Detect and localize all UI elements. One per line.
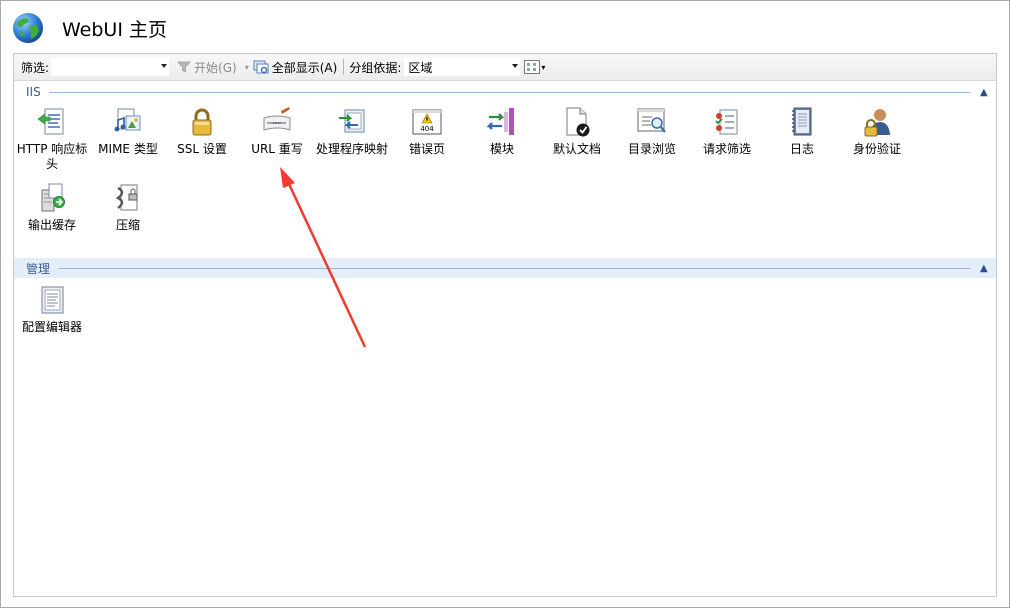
compression-icon: [115, 184, 138, 211]
show-all-icon: [253, 60, 269, 74]
authentication-icon: [864, 109, 890, 137]
feature-label: URL 重写: [251, 142, 303, 156]
globe-icon: [13, 13, 43, 43]
group-by-value: 区域: [408, 60, 433, 75]
handler-mappings-icon: [339, 109, 365, 133]
show-all-button[interactable]: 全部显示(A): [253, 59, 338, 76]
start-filter-button[interactable]: 开始(G) ▾: [177, 59, 249, 76]
feature-label: 默认文档: [552, 142, 601, 156]
feature-default-document[interactable]: 默认文档: [539, 106, 615, 157]
feature-label: 请求筛选: [702, 142, 751, 156]
feature-configuration-editor[interactable]: 配置编辑器: [14, 284, 90, 335]
section-title-iis: IIS: [26, 85, 41, 99]
feature-directory-browsing[interactable]: 目录浏览: [614, 106, 690, 157]
feature-label: 配置编辑器: [21, 320, 82, 334]
collapse-icon[interactable]: ▲: [980, 263, 990, 274]
feature-label: 模块: [489, 142, 514, 156]
funnel-icon: [177, 61, 191, 73]
feature-logging[interactable]: 日志: [764, 106, 840, 157]
error-pages-icon: 404: [412, 109, 442, 135]
group-by-label: 分组依据:: [349, 60, 402, 75]
feature-error-pages[interactable]: 404 错误页: [389, 106, 465, 157]
feature-label: HTTP 响应标头: [16, 142, 88, 171]
filter-toolbar: 筛选: 开始(G) ▾ 全部显示(A) 分组依据: 区域 ▾: [14, 54, 996, 81]
feature-url-rewrite[interactable]: URL 重写: [239, 106, 315, 157]
feature-ssl-settings[interactable]: SSL 设置: [164, 106, 240, 157]
feature-label: SSL 设置: [177, 142, 227, 156]
feature-label: 目录浏览: [627, 142, 676, 156]
feature-label: MIME 类型: [98, 142, 158, 156]
output-caching-icon: [41, 183, 65, 212]
section-divider: [58, 267, 970, 269]
error-icon-text: 404: [420, 125, 434, 133]
filter-label: 筛选:: [21, 60, 50, 75]
feature-label: 日志: [789, 142, 814, 156]
start-filter-label: 开始(G): [194, 60, 237, 75]
http-response-headers-icon: [37, 108, 64, 135]
feature-handler-mappings[interactable]: 处理程序映射: [314, 106, 390, 157]
page-header: WebUI 主页: [12, 10, 167, 46]
directory-browsing-icon: [637, 108, 666, 133]
configuration-editor-icon: [41, 286, 64, 314]
default-document-icon: [566, 107, 590, 137]
feature-request-filtering[interactable]: 请求筛选: [689, 106, 765, 157]
show-all-label: 全部显示(A): [271, 60, 338, 75]
section-divider: [48, 91, 970, 93]
features-view: 筛选: 开始(G) ▾ 全部显示(A) 分组依据: 区域 ▾ IIS ▲ HTT…: [13, 53, 997, 597]
view-grid-icon: [524, 60, 541, 74]
dropdown-arrow-icon: ▾: [541, 62, 546, 72]
section-title-management: 管理: [26, 261, 51, 276]
filter-input[interactable]: [51, 58, 170, 76]
feature-label: 身份验证: [852, 142, 901, 156]
feature-label: 压缩: [115, 218, 140, 232]
feature-compression[interactable]: 压缩: [90, 182, 166, 233]
feature-modules[interactable]: 模块: [464, 106, 540, 157]
ssl-lock-icon: [192, 108, 212, 136]
request-filtering-icon: [715, 109, 738, 135]
section-header-iis[interactable]: IIS ▲: [14, 82, 996, 102]
feature-http-response-headers[interactable]: HTTP 响应标头: [14, 106, 90, 172]
section-header-management[interactable]: 管理 ▲: [14, 258, 996, 278]
chevron-down-icon: [161, 64, 168, 68]
view-mode-button[interactable]: ▾: [524, 60, 545, 74]
feature-label: 输出缓存: [27, 218, 76, 232]
mime-types-icon: [114, 108, 141, 132]
url-rewrite-icon: [263, 107, 291, 131]
page-title: WebUI 主页: [62, 18, 167, 41]
modules-icon: [486, 108, 514, 135]
chevron-down-icon: [512, 64, 519, 68]
collapse-icon[interactable]: ▲: [980, 87, 990, 98]
feature-output-caching[interactable]: 输出缓存: [14, 182, 90, 233]
feature-label: 处理程序映射: [315, 142, 388, 156]
feature-mime-types[interactable]: MIME 类型: [90, 106, 166, 157]
group-by-select[interactable]: 区域: [404, 58, 521, 76]
toolbar-separator: [343, 59, 345, 75]
feature-authentication[interactable]: 身份验证: [839, 106, 915, 157]
logging-icon: [792, 107, 812, 136]
dropdown-arrow-icon: ▾: [244, 62, 249, 72]
feature-label: 错误页: [408, 142, 445, 156]
